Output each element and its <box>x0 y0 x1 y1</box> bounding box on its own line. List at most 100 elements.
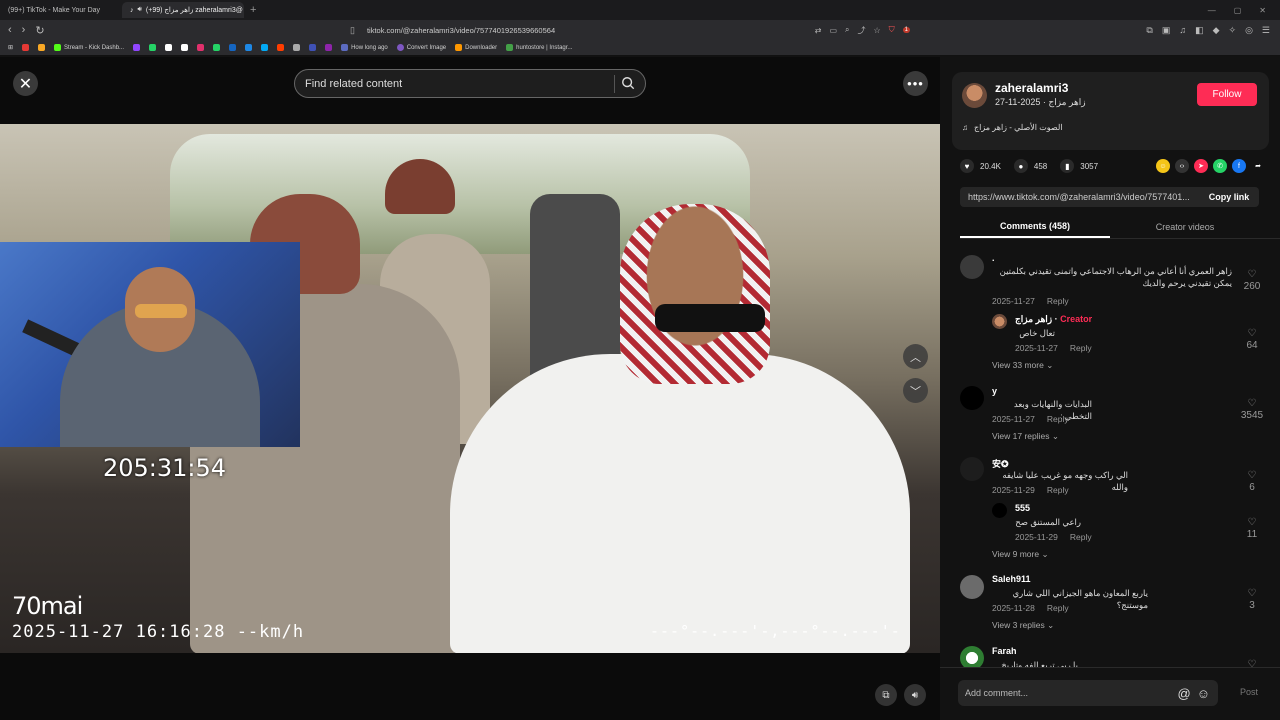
like-stat[interactable]: ♥ 20.4K <box>960 159 1001 173</box>
bookmark-item[interactable] <box>38 44 46 51</box>
bookmark-icon[interactable]: ▯ <box>350 25 355 36</box>
bookmark-item[interactable] <box>22 44 30 51</box>
commenter-name[interactable]: زاهر مزاج · Creator <box>1015 314 1092 325</box>
comment-like[interactable]: ♡ 6 <box>1240 470 1264 494</box>
add-comment-input[interactable]: Add comment... @ ☺ <box>958 680 1218 706</box>
bookmark-item[interactable] <box>261 44 269 51</box>
bookmark-downloader[interactable]: Downloader <box>455 44 497 51</box>
minimize-icon[interactable]: — <box>1208 6 1216 15</box>
bookmark-item[interactable] <box>325 44 333 51</box>
reload-icon[interactable]: ↻ <box>35 24 44 37</box>
maximize-icon[interactable]: ▢ <box>1234 6 1242 15</box>
tab-creator-videos[interactable]: Creator videos <box>1110 216 1260 238</box>
comment-like[interactable]: ♡ 11 <box>1240 517 1264 541</box>
comment-like[interactable]: ♡ 260 <box>1240 269 1264 293</box>
author-avatar[interactable] <box>962 83 987 108</box>
vpn-icon[interactable]: ◆ <box>1213 25 1220 36</box>
commenter-avatar[interactable] <box>960 646 984 667</box>
post-button[interactable]: Post <box>1240 687 1258 697</box>
pip-button[interactable]: ⧉ <box>875 684 897 706</box>
author-username[interactable]: zaheralamri3 <box>995 81 1068 95</box>
bookmark-item[interactable] <box>229 44 237 51</box>
bookmark-item[interactable] <box>197 44 205 51</box>
more-options-button[interactable]: ••• <box>903 71 928 96</box>
volume-button[interactable]: 🔊︎ <box>904 684 926 706</box>
commenter-avatar[interactable] <box>992 503 1007 518</box>
browser-tab-tiktok-home[interactable]: (99+) TikTok - Make Your Day <box>0 2 122 18</box>
brave-shield-icon[interactable]: ⛉ <box>889 25 895 35</box>
sidebar-icon[interactable]: ◧ <box>1195 25 1204 36</box>
bookmark-convert-image[interactable]: Convert Image <box>396 44 446 51</box>
reply-button[interactable]: Reply <box>1070 343 1092 353</box>
bookmark-item[interactable] <box>149 44 157 51</box>
bookmark-item[interactable] <box>277 44 285 51</box>
tab-comments[interactable]: Comments (458) <box>960 216 1110 238</box>
comment-like[interactable]: ♡ <box>1240 659 1264 667</box>
send-icon[interactable]: ➤ <box>1194 159 1208 173</box>
commenter-name[interactable]: y <box>992 386 997 396</box>
previous-video-button[interactable]: ︿ <box>903 344 928 369</box>
bookmark-item[interactable] <box>181 44 189 51</box>
comment-stat[interactable]: ● 458 <box>1013 159 1047 173</box>
commenter-name[interactable]: Saleh911 <box>992 574 1031 584</box>
commenter-avatar[interactable] <box>960 457 984 481</box>
view-more-replies[interactable]: View 3 replies ⌄ <box>992 620 1054 631</box>
facebook-icon[interactable]: f <box>1232 159 1246 173</box>
bookmark-item[interactable] <box>309 44 317 51</box>
comment-like[interactable]: ♡ 3545 <box>1240 398 1264 422</box>
commenter-name[interactable]: 555 <box>1015 503 1030 513</box>
commenter-avatar[interactable] <box>992 314 1007 329</box>
view-more-replies[interactable]: View 9 more ⌄ <box>992 549 1049 560</box>
translate-icon[interactable]: ⇄ <box>815 26 822 35</box>
share-arrow-icon[interactable]: ➦ <box>1251 159 1265 173</box>
back-icon[interactable]: ‹ <box>8 24 12 37</box>
next-video-button[interactable]: ﹀ <box>903 378 928 403</box>
extension-badge[interactable]: 1 <box>902 27 910 33</box>
view-more-replies[interactable]: View 33 more ⌄ <box>992 360 1053 371</box>
commenter-avatar[interactable] <box>960 255 984 279</box>
search-icon[interactable] <box>621 76 635 90</box>
bookmark-item[interactable] <box>245 44 253 51</box>
leo-icon[interactable]: ✧ <box>1229 25 1237 36</box>
wallet-icon[interactable]: ▣ <box>1162 25 1171 36</box>
video-frame[interactable]: 205:31:54 70mai 2025-11-27 16:16:28 --km… <box>0 124 940 653</box>
star-icon[interactable]: ☆ <box>873 26 880 35</box>
sound-link[interactable]: ♫ الصوت الأصلي - زاهر مزاج <box>962 123 1063 132</box>
zoom-icon[interactable]: ⌕ <box>845 25 849 35</box>
cast-icon[interactable]: ▭ <box>829 26 837 35</box>
close-video-button[interactable]: ✕ <box>13 71 38 96</box>
copy-link-button[interactable]: Copy link <box>1199 187 1259 207</box>
media-icon[interactable]: ♫ <box>1179 25 1186 36</box>
whatsapp-icon[interactable]: ✆ <box>1213 159 1227 173</box>
mention-icon[interactable]: @ <box>1178 686 1191 701</box>
commenter-name[interactable]: Farah <box>992 646 1017 656</box>
reply-button[interactable]: Reply <box>1047 414 1069 424</box>
view-more-replies[interactable]: View 17 replies ⌄ <box>992 431 1059 442</box>
bookmark-huntostore[interactable]: huntostore | Instagr... <box>506 44 572 51</box>
bookmark-item[interactable] <box>165 44 173 51</box>
reply-button[interactable]: Reply <box>1047 296 1069 306</box>
video-link-text[interactable]: https://www.tiktok.com/@zaheralamri3/vid… <box>968 192 1198 202</box>
browser-tab-video[interactable]: ♪🔊︎ زاهر مزاج (99+) zaheralamri3@ ✕ <box>122 2 244 18</box>
close-window-icon[interactable]: ✕ <box>1259 6 1266 15</box>
commenter-avatar[interactable] <box>960 575 984 599</box>
profile-icon[interactable]: ◎ <box>1245 25 1253 36</box>
comment-like[interactable]: ♡ 3 <box>1240 588 1264 612</box>
follow-button[interactable]: Follow <box>1197 83 1257 106</box>
comment-like[interactable]: ♡ 64 <box>1240 328 1264 352</box>
commenter-avatar[interactable] <box>960 386 984 410</box>
extensions-icon[interactable]: ⧉ <box>1146 25 1152 36</box>
bookmark-how-long-ago[interactable]: How long ago <box>341 44 388 51</box>
apps-icon[interactable]: ⊞ <box>8 44 13 51</box>
forward-icon[interactable]: › <box>22 24 26 37</box>
bookmark-kick-dashboard[interactable]: Stream - Kick Dashb... <box>54 44 124 51</box>
new-tab-button[interactable]: + <box>244 4 262 16</box>
embed-icon[interactable]: ‹› <box>1175 159 1189 173</box>
address-bar[interactable]: ▯ tiktok.com/@zaheralamri3/video/7577401… <box>350 23 910 38</box>
commenter-name[interactable]: . <box>992 253 995 263</box>
menu-icon[interactable]: ☰ <box>1262 25 1270 36</box>
reply-button[interactable]: Reply <box>1047 603 1069 613</box>
share-icon[interactable]: ⤴ <box>857 25 865 36</box>
emoji-icon[interactable]: ☺ <box>1197 686 1210 701</box>
save-stat[interactable]: ▮ 3057 <box>1060 159 1098 173</box>
